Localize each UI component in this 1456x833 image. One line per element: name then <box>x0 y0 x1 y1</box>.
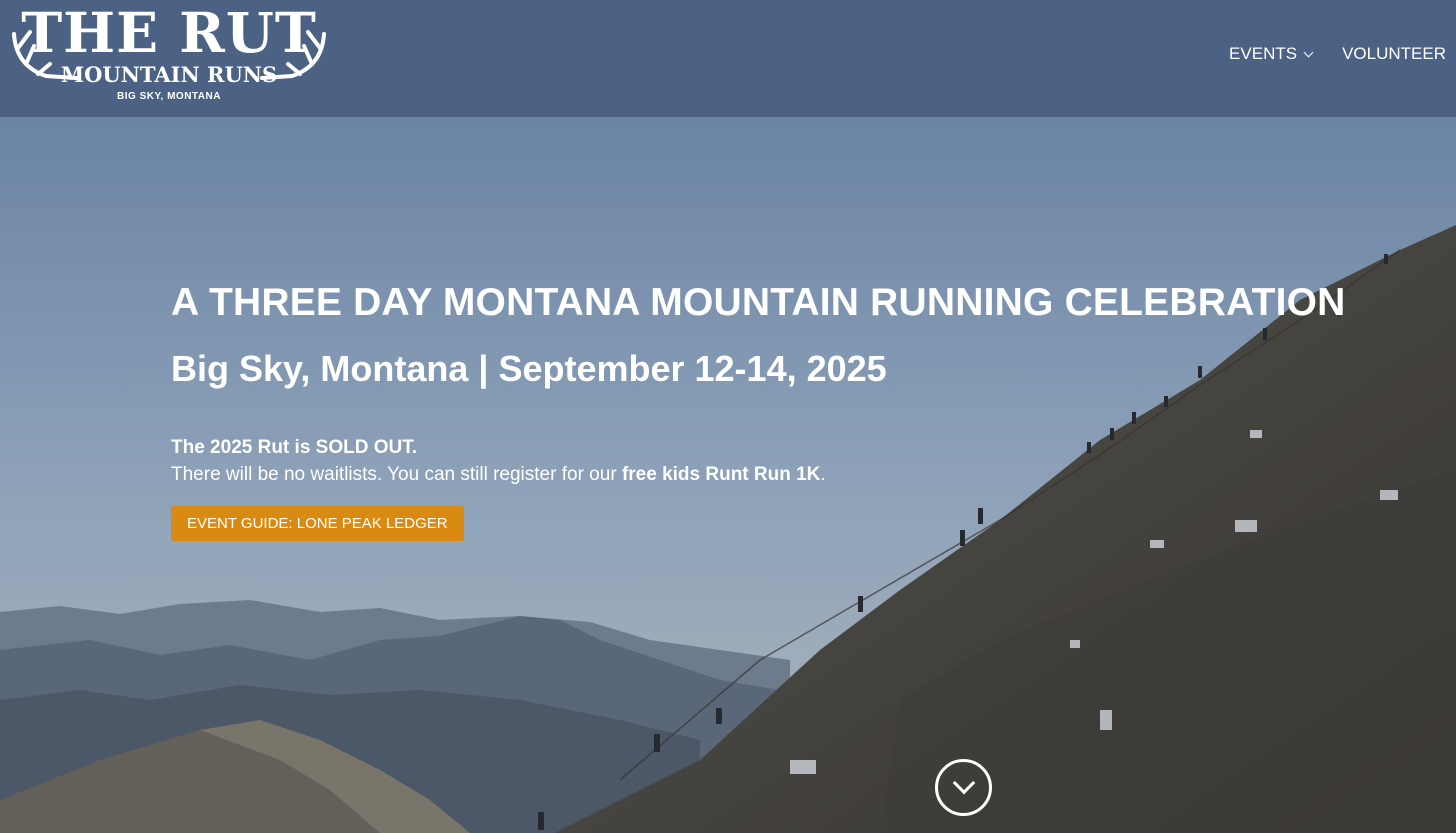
hero-headline: A THREE DAY MONTANA MOUNTAIN RUNNING CEL… <box>171 281 1346 324</box>
site-logo[interactable]: THE RUT MOUNTAIN RUNS BIG SKY, MONTANA <box>6 0 332 108</box>
logo-title: THE RUT <box>21 0 317 65</box>
notice-end: . <box>820 464 826 485</box>
event-guide-button[interactable]: EVENT GUIDE: LONE PEAK LEDGER <box>171 506 464 541</box>
nav-volunteer[interactable]: VOLUNTEER <box>1342 44 1446 64</box>
hero-notice: The 2025 Rut is SOLD OUT. There will be … <box>171 434 1401 488</box>
logo-subtitle: MOUNTAIN RUNS <box>60 62 278 87</box>
runt-run-link[interactable]: free kids Runt Run 1K <box>622 464 820 485</box>
hero-content: A THREE DAY MONTANA MOUNTAIN RUNNING CEL… <box>171 280 1401 541</box>
scroll-down-button[interactable] <box>935 759 992 816</box>
nav-events[interactable]: EVENTS <box>1229 44 1314 64</box>
logo-location: BIG SKY, MONTANA <box>117 91 221 102</box>
sold-out-notice: The 2025 Rut is SOLD OUT. <box>171 437 417 458</box>
site-header: THE RUT MOUNTAIN RUNS BIG SKY, MONTANA E… <box>0 0 1456 117</box>
page: THE RUT MOUNTAIN RUNS BIG SKY, MONTANA E… <box>0 0 1456 833</box>
hero-subhead: Big Sky, Montana | September 12-14, 2025 <box>171 348 887 389</box>
chevron-down-icon <box>1303 47 1314 57</box>
main-nav: EVENTS VOLUNTEER <box>1229 44 1446 64</box>
nav-volunteer-label: VOLUNTEER <box>1342 44 1446 63</box>
notice-text: There will be no waitlists. You can stil… <box>171 464 622 485</box>
nav-events-label: EVENTS <box>1229 44 1298 63</box>
circle-chevron-down-icon <box>952 771 976 795</box>
